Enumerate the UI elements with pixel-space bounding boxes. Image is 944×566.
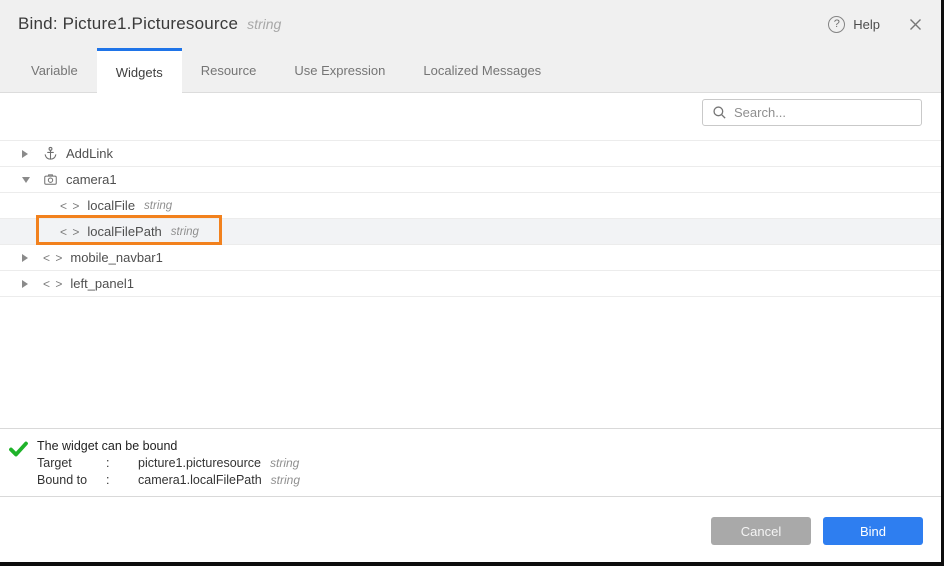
- status-value-type: string: [271, 473, 300, 487]
- search-input[interactable]: [734, 105, 912, 120]
- tree-label: mobile_navbar1: [70, 250, 163, 265]
- close-button[interactable]: [908, 17, 923, 32]
- tab-use-expression[interactable]: Use Expression: [275, 48, 404, 92]
- tree-row-addlink[interactable]: AddLink: [0, 141, 941, 167]
- tree-row-localfile[interactable]: < > localFile string: [0, 193, 941, 219]
- success-check-icon: [9, 441, 28, 496]
- tab-resource[interactable]: Resource: [182, 48, 276, 92]
- close-icon: [908, 17, 923, 32]
- status-value-type: string: [270, 456, 299, 470]
- status-row-colon: :: [106, 472, 138, 489]
- binding-status-panel: The widget can be bound Target : picture…: [0, 428, 941, 497]
- brackets-icon: < >: [60, 199, 80, 213]
- widget-tree: AddLink camera1 < > localFile string < >…: [0, 140, 941, 297]
- tree-row-camera1[interactable]: camera1: [0, 167, 941, 193]
- expander-expanded-icon[interactable]: [22, 177, 34, 183]
- tab-localized-messages[interactable]: Localized Messages: [404, 48, 560, 92]
- tree-row-localfilepath[interactable]: < > localFilePath string: [0, 219, 941, 245]
- expander-collapsed-icon[interactable]: [22, 280, 34, 288]
- anchor-icon: [43, 146, 58, 161]
- help-icon: ?: [828, 16, 845, 33]
- help-button[interactable]: ? Help: [828, 16, 880, 33]
- status-row-label: Target: [37, 455, 106, 472]
- brackets-icon: < >: [60, 225, 80, 239]
- brackets-icon: < >: [43, 251, 63, 265]
- status-row-value: camera1.localFilePathstring: [138, 472, 300, 489]
- search-box: [702, 99, 922, 126]
- status-message: The widget can be bound: [37, 438, 300, 455]
- tree-label: left_panel1: [70, 276, 134, 291]
- tab-variable[interactable]: Variable: [12, 48, 97, 92]
- dialog-title: Bind: Picture1.Picturesource: [18, 14, 238, 34]
- tree-row-mobile-navbar1[interactable]: < > mobile_navbar1: [0, 245, 941, 271]
- help-label: Help: [853, 17, 880, 32]
- tab-bar: Variable Widgets Resource Use Expression…: [0, 48, 941, 93]
- camera-icon: [43, 172, 58, 187]
- tree-type-label: string: [144, 200, 172, 212]
- cancel-button[interactable]: Cancel: [711, 517, 811, 545]
- status-row-label: Bound to: [37, 472, 106, 489]
- tree-type-label: string: [171, 226, 199, 238]
- expander-collapsed-icon[interactable]: [22, 150, 34, 158]
- brackets-icon: < >: [43, 277, 63, 291]
- bind-dialog: Bind: Picture1.Picturesource string ? He…: [0, 0, 944, 566]
- dialog-title-type: string: [247, 16, 281, 32]
- tree-row-left-panel1[interactable]: < > left_panel1: [0, 271, 941, 297]
- tree-label: localFile: [87, 198, 135, 213]
- expander-collapsed-icon[interactable]: [22, 254, 34, 262]
- status-row-colon: :: [106, 455, 138, 472]
- bind-button[interactable]: Bind: [823, 517, 923, 545]
- status-row-value: picture1.picturesourcestring: [138, 455, 300, 472]
- tree-label: localFilePath: [87, 224, 161, 239]
- tree-label: AddLink: [66, 146, 113, 161]
- tab-widgets[interactable]: Widgets: [97, 48, 182, 93]
- dialog-header: Bind: Picture1.Picturesource string ? He…: [0, 0, 941, 48]
- tree-label: camera1: [66, 172, 117, 187]
- search-icon: [712, 105, 727, 120]
